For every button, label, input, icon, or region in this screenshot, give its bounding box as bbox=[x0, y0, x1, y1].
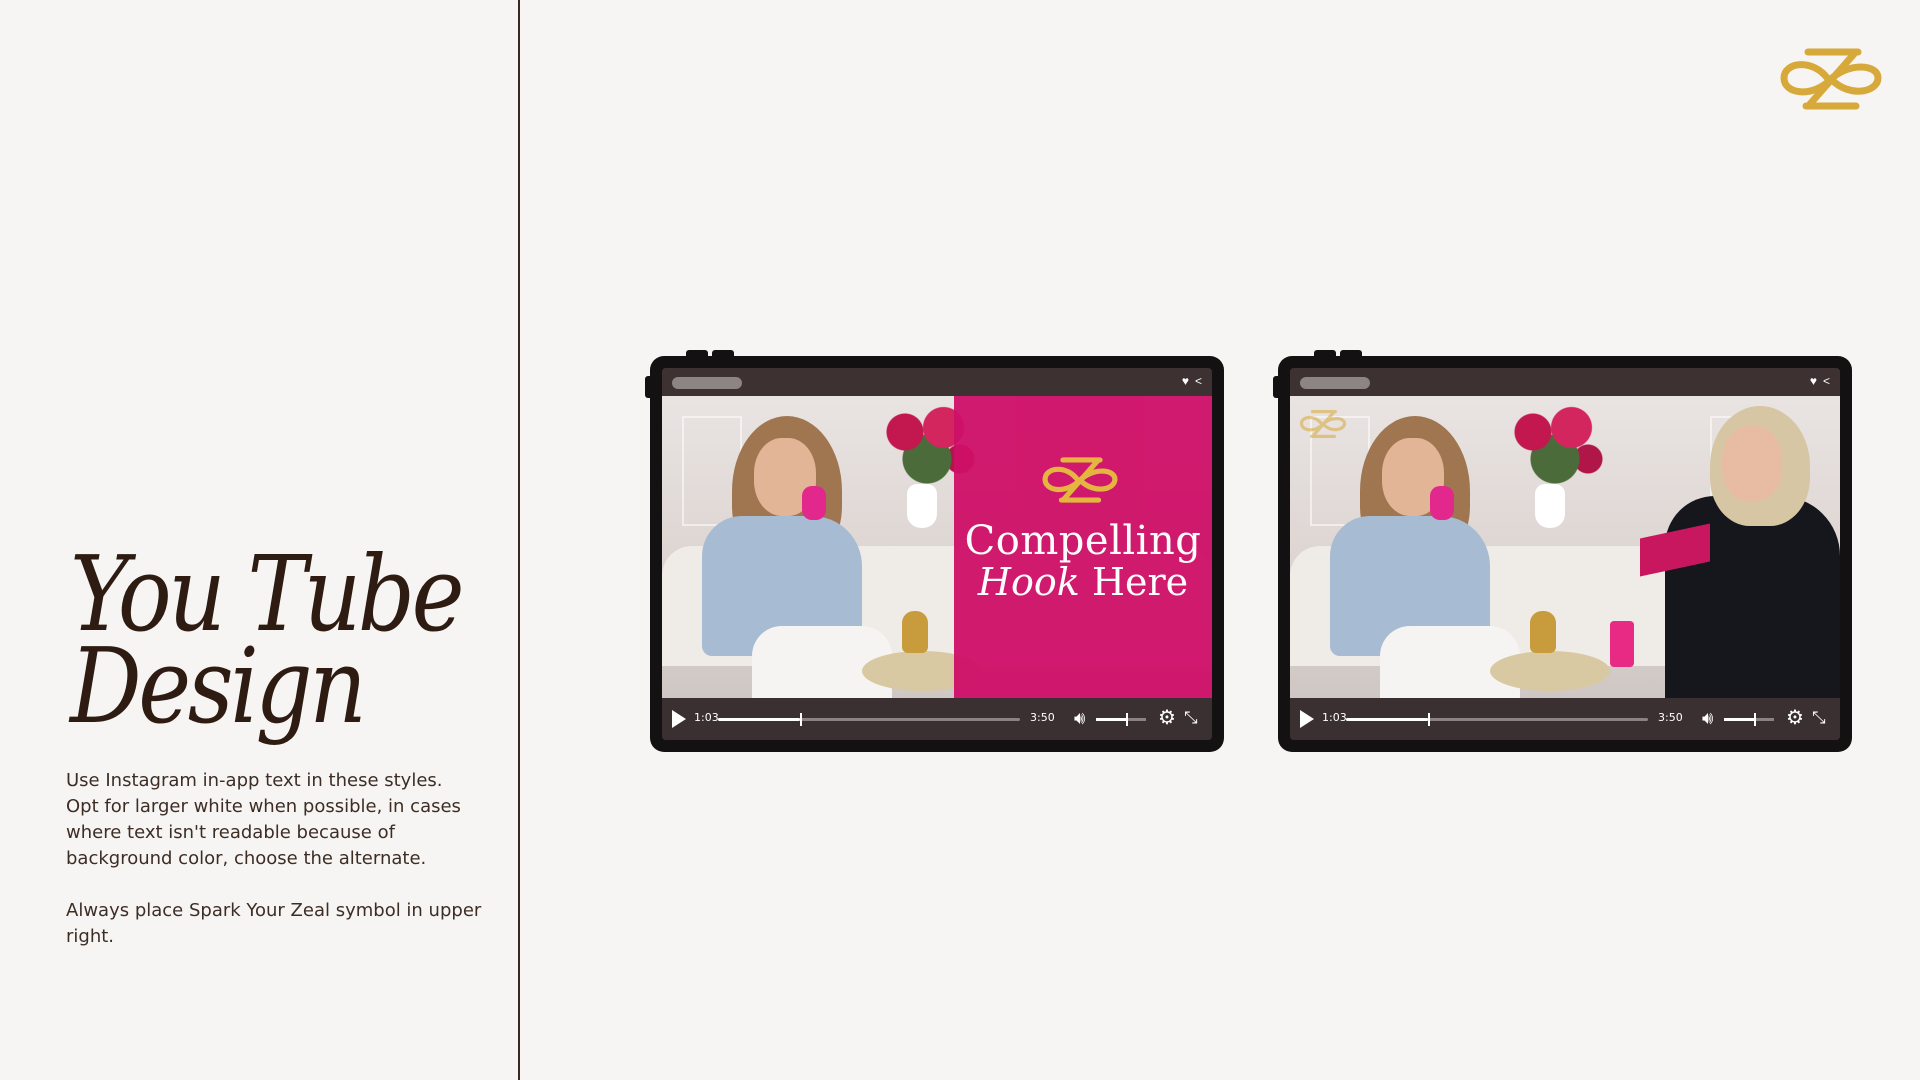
heart-icon[interactable]: ♥ bbox=[1810, 374, 1817, 388]
spark-your-zeal-symbol-icon bbox=[1042, 457, 1118, 503]
player-screen: ♥ < bbox=[1290, 368, 1840, 740]
fullscreen-icon[interactable]: ⤡ bbox=[1184, 707, 1198, 729]
video-thumbnail[interactable] bbox=[1290, 396, 1840, 698]
current-time: 1:03 bbox=[1322, 711, 1347, 724]
duration: 3:50 bbox=[1030, 711, 1055, 724]
progress-bar[interactable] bbox=[718, 713, 1020, 726]
title-placeholder-pill bbox=[672, 377, 742, 389]
current-time: 1:03 bbox=[694, 711, 719, 724]
video-player-mockup-1: ♥ < Compelling Hook Here 1:03 3:50 🔊︎ ⚙ … bbox=[645, 350, 1224, 752]
settings-gear-icon[interactable]: ⚙ bbox=[1158, 706, 1176, 730]
hook-line-1: Compelling bbox=[964, 518, 1202, 564]
player-controls: 1:03 3:50 🔊︎ ⚙ ⤡ bbox=[662, 698, 1212, 740]
settings-gear-icon[interactable]: ⚙ bbox=[1786, 706, 1804, 730]
page-title: You Tube Design bbox=[70, 542, 465, 738]
heart-icon[interactable]: ♥ bbox=[1182, 374, 1189, 388]
spark-your-zeal-logo-icon bbox=[1780, 48, 1882, 110]
duration: 3:50 bbox=[1658, 711, 1683, 724]
title-placeholder-pill bbox=[1300, 377, 1370, 389]
fullscreen-icon[interactable]: ⤡ bbox=[1812, 707, 1826, 729]
pink-text-overlay: Compelling Hook Here bbox=[954, 396, 1212, 698]
pink-candle bbox=[1610, 621, 1634, 667]
progress-bar[interactable] bbox=[1346, 713, 1648, 726]
player-screen: ♥ < bbox=[662, 368, 1212, 740]
volume-slider[interactable] bbox=[1724, 713, 1774, 726]
vertical-divider bbox=[518, 0, 520, 1080]
volume-icon[interactable]: 🔊︎ bbox=[1702, 708, 1713, 728]
guideline-text: Use Instagram in-app text in these style… bbox=[66, 770, 482, 947]
play-icon[interactable] bbox=[672, 710, 686, 728]
volume-icon[interactable]: 🔊︎ bbox=[1074, 708, 1085, 728]
share-icon[interactable]: < bbox=[1823, 374, 1830, 388]
share-icon[interactable]: < bbox=[1195, 374, 1202, 388]
video-thumbnail[interactable]: Compelling Hook Here bbox=[662, 396, 1212, 698]
spark-your-zeal-watermark-icon bbox=[1299, 410, 1347, 438]
flower-bouquet bbox=[1500, 396, 1610, 486]
video-player-mockup-2: ♥ < 1:03 3:50 🔊︎ ⚙ ⤡ bbox=[1273, 350, 1852, 752]
play-icon[interactable] bbox=[1300, 710, 1314, 728]
player-top-bar: ♥ < bbox=[662, 368, 1212, 396]
microphone bbox=[1430, 486, 1454, 520]
player-top-bar: ♥ < bbox=[1290, 368, 1840, 396]
player-controls: 1:03 3:50 🔊︎ ⚙ ⤡ bbox=[1290, 698, 1840, 740]
microphone bbox=[802, 486, 826, 520]
hook-line-2: Hook Here bbox=[977, 560, 1189, 604]
volume-slider[interactable] bbox=[1096, 713, 1146, 726]
